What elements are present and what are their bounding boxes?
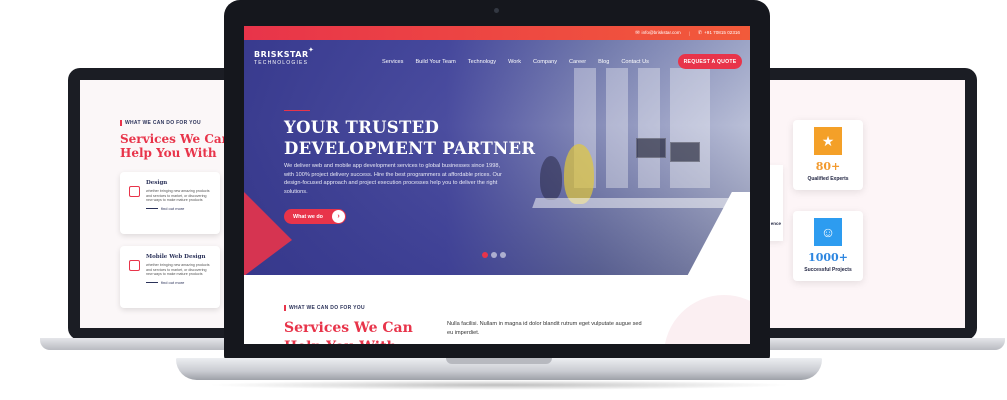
- what-we-do-label: What we do: [293, 213, 323, 220]
- arrow-right-icon: ›: [332, 210, 345, 223]
- laptop-shadow: [206, 380, 792, 390]
- mail-icon: ✉: [635, 30, 640, 36]
- projects-smiley-icon: ☺: [814, 218, 842, 246]
- find-out-more-link[interactable]: find out more: [146, 280, 214, 285]
- services-section: WHAT WE CAN DO FOR YOU Services We Can H…: [244, 275, 750, 344]
- service-card-design[interactable]: Design whether bringing new amazing prod…: [120, 172, 220, 234]
- request-quote-button[interactable]: REQUEST A QUOTE: [678, 54, 742, 69]
- base-notch: [446, 358, 552, 364]
- right-laptop-base: [760, 338, 1005, 350]
- office-monitor: [670, 142, 700, 162]
- office-desk: [532, 198, 750, 208]
- website-screen: ✉ info@briskstar.com | ✆ +91 70815 02316 B…: [244, 26, 750, 344]
- right-laptop-screen: ence ★ 80+ Qualified Experts ☺ 1000+ Suc…: [757, 80, 965, 328]
- stat-value: 1000+: [808, 251, 848, 264]
- logo-subtitle: TECHNOLOGIES: [254, 60, 309, 66]
- partial-stat-label: ence: [770, 221, 781, 226]
- office-shelf: [670, 68, 710, 188]
- stat-label: Qualified Experts: [807, 176, 849, 182]
- service-card-text: whether bringing new amazing products an…: [146, 263, 210, 277]
- slider-dot-2[interactable]: [491, 252, 497, 258]
- slider-dots: [482, 252, 506, 258]
- email-text: info@briskstar.com: [641, 30, 681, 35]
- nav-item-company[interactable]: Company: [533, 59, 557, 65]
- phone-icon: ✆: [697, 30, 703, 36]
- stat-value: 80+: [815, 160, 841, 173]
- phone-contact[interactable]: ✆ +91 70815 02316: [698, 30, 740, 36]
- hero-section: ✉ info@briskstar.com | ✆ +91 70815 02316 B…: [244, 26, 750, 282]
- office-person: [564, 144, 594, 204]
- phone-text: +91 70815 02316: [704, 30, 740, 35]
- slider-dot-3[interactable]: [500, 252, 506, 258]
- service-card-title: Mobile Web Design: [146, 254, 206, 260]
- office-window: [606, 68, 628, 188]
- office-window: [638, 68, 660, 188]
- services-description: Nulla facilisi. Nullam in magna id dolor…: [447, 321, 642, 336]
- stat-card-projects: ☺ 1000+ Successful Projects: [793, 211, 863, 281]
- center-laptop-base: [176, 358, 822, 380]
- office-person: [540, 156, 562, 200]
- main-nav: Services Build Your Team Technology Work…: [382, 59, 649, 65]
- right-laptop: ence ★ 80+ Qualified Experts ☺ 1000+ Suc…: [745, 68, 977, 340]
- nav-item-work[interactable]: Work: [508, 59, 521, 65]
- slider-dot-1[interactable]: [482, 252, 488, 258]
- service-card-mobile-web-design[interactable]: Mobile Web Design whether bringing new a…: [120, 246, 220, 308]
- logo-name: BRISKSTAR: [254, 50, 309, 59]
- services-title: Services We Can Help You With: [284, 320, 413, 344]
- nav-item-blog[interactable]: Blog: [598, 59, 609, 65]
- camera-icon: [494, 8, 499, 13]
- divider: |: [688, 30, 690, 36]
- site-logo[interactable]: BRISKSTAR TECHNOLOGIES ✦: [254, 47, 314, 66]
- center-laptop: ✉ info@briskstar.com | ✆ +91 70815 02316 B…: [224, 0, 770, 360]
- nav-item-technology[interactable]: Technology: [468, 59, 496, 65]
- nav-item-contact-us[interactable]: Contact Us: [621, 59, 649, 65]
- star-icon: ✦: [308, 47, 314, 54]
- contact-topbar: ✉ info@briskstar.com | ✆ +91 70815 02316: [244, 26, 750, 40]
- nav-item-services[interactable]: Services: [382, 59, 403, 65]
- hero-description: We deliver web and mobile app developmen…: [284, 163, 502, 195]
- what-we-do-button[interactable]: What we do ›: [284, 209, 346, 224]
- find-out-more-link[interactable]: find out more: [146, 206, 214, 211]
- office-monitor: [636, 138, 666, 158]
- design-icon: [129, 186, 140, 197]
- experts-badge-icon: ★: [814, 127, 842, 155]
- mobile-design-icon: [129, 260, 140, 271]
- nav-item-build-your-team[interactable]: Build Your Team: [415, 59, 455, 65]
- stat-card-experts: ★ 80+ Qualified Experts: [793, 120, 863, 190]
- red-accent-shape: [244, 192, 292, 276]
- left-eyebrow: WHAT WE CAN DO FOR YOU: [120, 120, 201, 126]
- stat-label: Successful Projects: [804, 267, 852, 273]
- service-card-text: whether bringing new amazing products an…: [146, 189, 210, 203]
- services-eyebrow: WHAT WE CAN DO FOR YOU: [284, 305, 365, 311]
- email-contact[interactable]: ✉ info@briskstar.com: [635, 30, 680, 36]
- device-mockup: WHAT WE CAN DO FOR YOU Services We Can H…: [0, 0, 1007, 400]
- hero-title: YOUR TRUSTED DEVELOPMENT PARTNER: [284, 118, 536, 158]
- nav-item-career[interactable]: Career: [569, 59, 586, 65]
- left-services-title: Services We Can Help You With: [120, 132, 231, 160]
- decorative-circle: [664, 295, 750, 344]
- service-card-title: Design: [146, 180, 168, 186]
- hero-accent-line: [284, 110, 310, 111]
